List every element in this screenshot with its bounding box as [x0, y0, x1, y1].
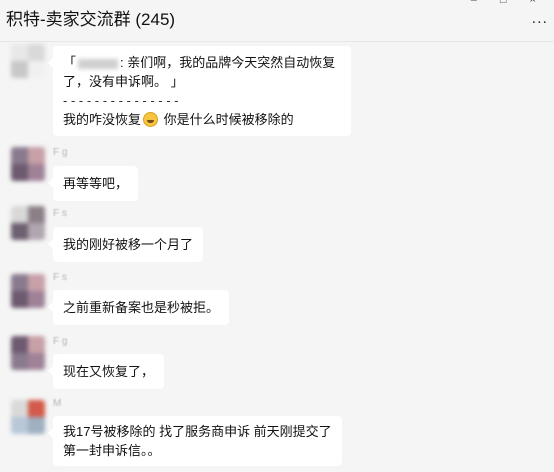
avatar[interactable] — [11, 274, 45, 308]
avatar-pixel — [11, 353, 28, 370]
avatar-pixel — [28, 147, 45, 164]
avatar-pixel — [28, 61, 45, 78]
message-bubble[interactable]: 我17号被移除的 找了服务商申诉 前天刚提交了 第一封申诉信。。 — [48, 416, 342, 466]
avatar[interactable] — [11, 206, 45, 240]
avatar-pixel — [11, 291, 28, 308]
avatar[interactable] — [11, 400, 45, 434]
sender-name: F s — [53, 208, 67, 219]
avatar-pixel — [28, 291, 45, 308]
avatar-pixel — [11, 274, 28, 291]
quoted-message-cont: 了，没有申诉啊。 」 — [63, 74, 184, 89]
avatar-pixel — [11, 336, 28, 353]
message-bubble[interactable]: 之前重新备案也是秒被拒。 — [47, 290, 230, 325]
message-bubble[interactable]: 「: 亲们啊，我的品牌今天突然自动恢复 了，没有申诉啊。 」 - - - - -… — [48, 46, 351, 136]
avatar-pixel — [11, 223, 28, 240]
message-bubble[interactable]: 现在又恢复了， — [47, 354, 165, 389]
avatar[interactable] — [11, 147, 45, 181]
sender-name: F g — [53, 336, 68, 347]
avatar-pixel — [11, 44, 28, 61]
avatar-pixel — [28, 417, 45, 434]
sender-name: M — [53, 398, 62, 409]
blurred-name — [78, 58, 119, 69]
sender-name: F s — [53, 272, 67, 283]
avatar-pixel — [28, 400, 45, 417]
avatar-pixel — [11, 400, 28, 417]
avatar-pixel — [28, 336, 45, 353]
avatar-pixel — [28, 223, 45, 240]
avatar-pixel — [28, 274, 45, 291]
window-controls[interactable]: – □ × — [471, 0, 546, 6]
sender-name: F g — [53, 147, 68, 158]
avatar-pixel — [28, 206, 45, 223]
avatar[interactable] — [11, 336, 45, 370]
avatar-pixel — [11, 417, 28, 434]
avatar-pixel — [28, 164, 45, 181]
grin-emoji-icon — [143, 112, 159, 127]
avatar[interactable] — [11, 44, 45, 78]
quote-divider: - - - - - - - - - - - - - - - — [63, 93, 179, 108]
message-bubble[interactable]: 我的刚好被移一个月了 — [47, 227, 204, 262]
chat-title: 积特-卖家交流群 (245) — [6, 10, 176, 29]
avatar-pixel — [11, 206, 28, 223]
quoted-message: 「: 亲们啊，我的品牌今天突然自动恢复 — [63, 55, 336, 70]
more-options-icon[interactable]: ... — [532, 10, 548, 28]
chat-header: 积特-卖家交流群 (245) – □ × ... — [0, 0, 554, 42]
avatar-pixel — [28, 44, 45, 61]
avatar-pixel — [11, 61, 28, 78]
avatar-pixel — [11, 164, 28, 181]
message-bubble[interactable]: 再等等吧， — [47, 166, 139, 201]
avatar-pixel — [11, 147, 28, 164]
avatar-pixel — [28, 353, 45, 370]
reply-text: 我的咋没恢复 你是什么时候被移除的 — [63, 112, 294, 127]
